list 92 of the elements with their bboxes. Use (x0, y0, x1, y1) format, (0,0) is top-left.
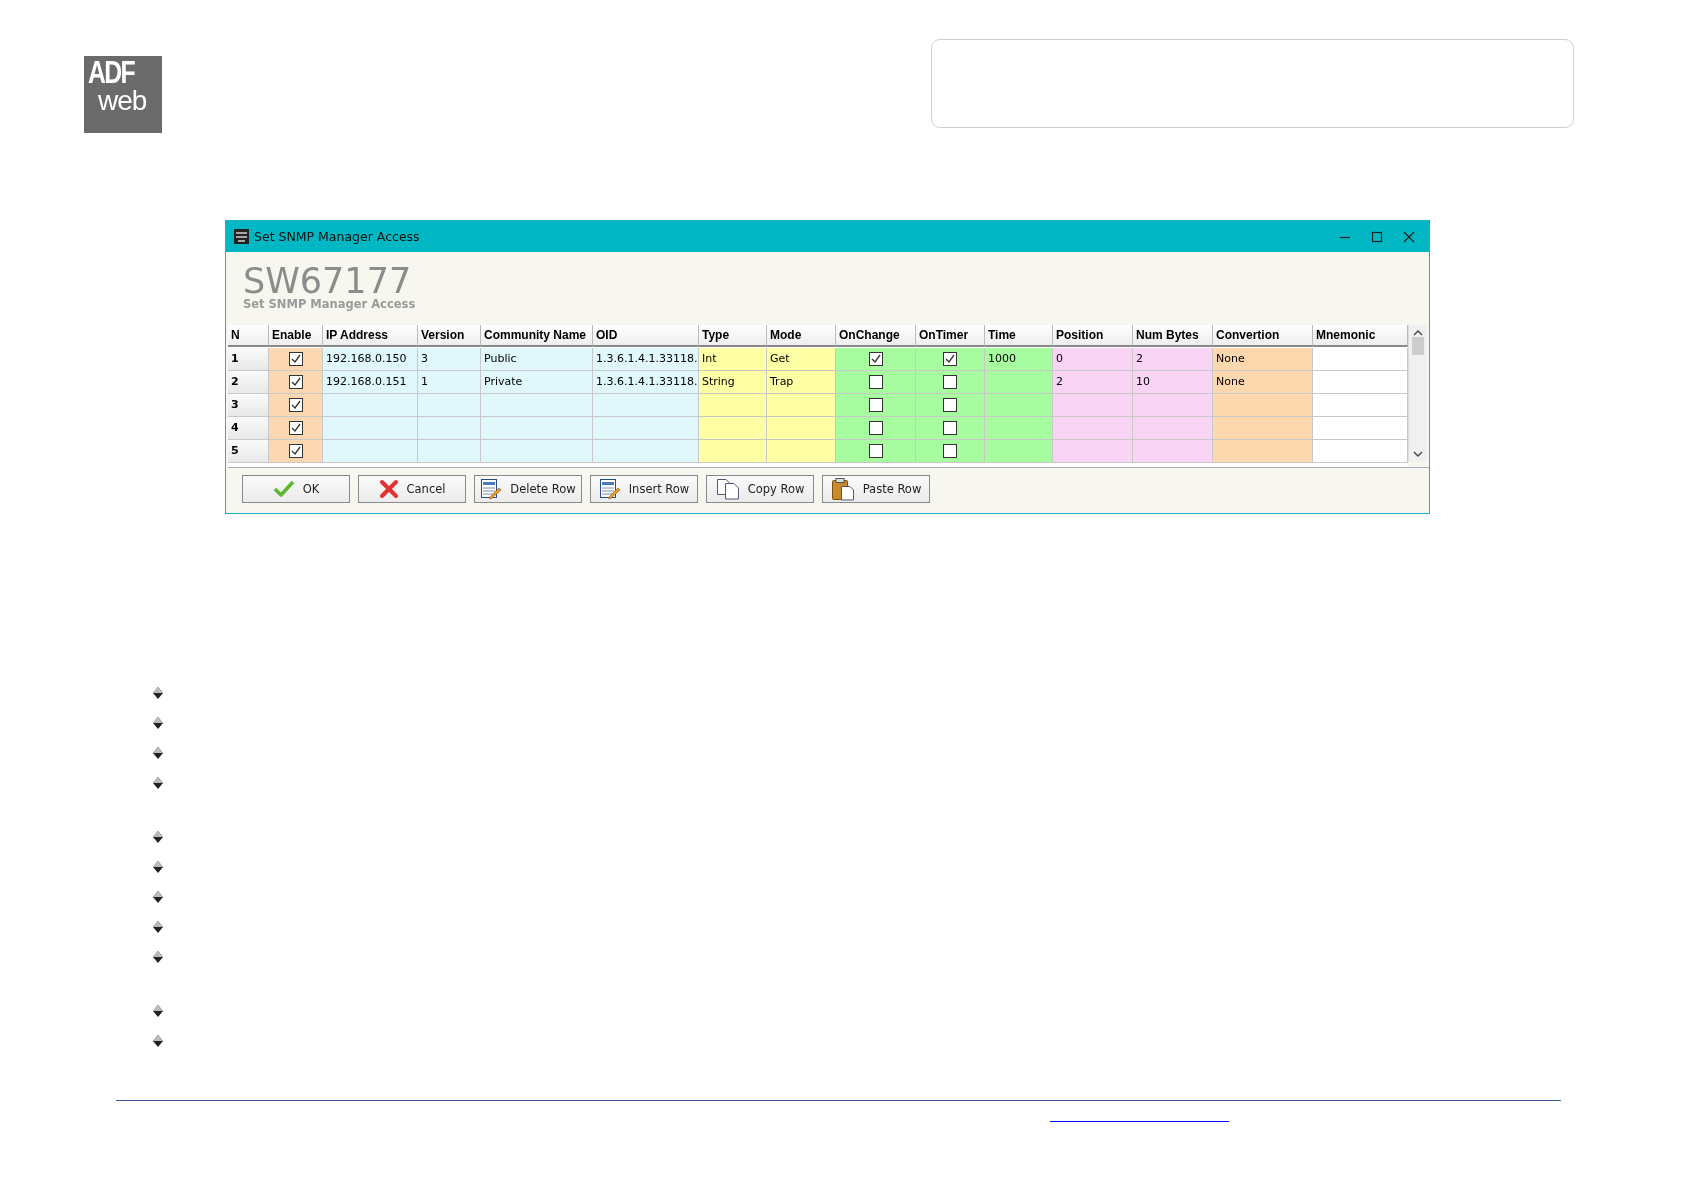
bullet-icon (151, 860, 165, 874)
table-cell (418, 440, 481, 463)
column-header: Convertion (1213, 325, 1313, 347)
column-header: OID (593, 325, 699, 347)
delete-row-button[interactable]: Delete Row (474, 475, 582, 503)
table-cell: Trap (767, 371, 836, 394)
row-number: 2 (228, 371, 269, 394)
table-cell: Int (699, 348, 767, 371)
table-cell: 10 (1133, 371, 1213, 394)
paste-row-button[interactable]: Paste Row (822, 475, 930, 503)
checkbox[interactable] (943, 398, 957, 412)
checkbox[interactable] (288, 421, 303, 435)
table-cell: 0 (1053, 348, 1133, 371)
column-header: Community Name (481, 325, 593, 347)
bullet-icon (151, 686, 165, 700)
ok-button[interactable]: OK (242, 475, 350, 503)
table-cell (418, 417, 481, 440)
table-cell: None (1213, 371, 1313, 394)
table-cell: Get (767, 348, 836, 371)
table-cell: None (1213, 348, 1313, 371)
column-header: OnTimer (916, 325, 985, 347)
cancel-button[interactable]: Cancel (358, 475, 466, 503)
copy-icon (715, 478, 740, 500)
checkbox[interactable] (868, 444, 883, 458)
paste-icon (830, 477, 855, 501)
table-cell: 1000 (985, 348, 1053, 371)
checkbox[interactable] (943, 421, 957, 435)
table-cell: Public (481, 348, 593, 371)
row-number: 3 (228, 394, 269, 417)
bullet-icon (151, 1034, 165, 1048)
column-header: N (228, 325, 269, 347)
close-icon[interactable] (1403, 230, 1415, 243)
table-cell (699, 394, 767, 417)
x-icon (378, 479, 399, 499)
checkbox[interactable] (943, 352, 957, 366)
column-header: IP Address (323, 325, 418, 347)
table-cell: 1.3.6.1.4.1.33118. (593, 348, 699, 371)
checkbox[interactable] (943, 375, 957, 389)
bullet-icon (151, 716, 165, 730)
checkbox[interactable] (288, 444, 303, 458)
row-number: 1 (228, 348, 269, 371)
bullet-icon (151, 776, 165, 790)
column-header: OnChange (836, 325, 916, 347)
scrollbar-thumb[interactable] (1412, 337, 1424, 355)
table-cell: 1.3.6.1.4.1.33118. (593, 371, 699, 394)
row-number: 4 (228, 417, 269, 440)
checkbox[interactable] (288, 398, 303, 412)
table-cell (418, 394, 481, 417)
bullet-icon (151, 1004, 165, 1018)
column-header: Mnemonic (1313, 325, 1408, 347)
maximize-icon[interactable] (1371, 230, 1383, 243)
table-cell (699, 417, 767, 440)
checkbox[interactable] (288, 352, 303, 366)
check-icon (272, 480, 295, 498)
scrollbar[interactable] (1408, 325, 1427, 462)
column-header: Time (985, 325, 1053, 347)
column-header: Position (1053, 325, 1133, 347)
table-cell: 2 (1053, 371, 1133, 394)
bullet-icon (151, 830, 165, 844)
bullet-icon (151, 920, 165, 934)
bullet-icon (151, 746, 165, 760)
table-cell: 192.168.0.150 (323, 348, 418, 371)
bullet-icon (151, 950, 165, 964)
table-cell (699, 440, 767, 463)
column-header: Mode (767, 325, 836, 347)
app-icon (234, 229, 249, 244)
checkbox[interactable] (868, 398, 883, 412)
table-cell: 192.168.0.151 (323, 371, 418, 394)
table-pencil-icon (480, 478, 503, 500)
column-header: Enable (269, 325, 323, 347)
checkbox[interactable] (943, 444, 957, 458)
table-cell: 2 (1133, 348, 1213, 371)
copy-row-button[interactable]: Copy Row (706, 475, 814, 503)
company-logo: ADF web (84, 56, 162, 133)
checkbox[interactable] (288, 375, 303, 389)
table-cell: 3 (418, 348, 481, 371)
table-cell: String (699, 371, 767, 394)
dialog-subtitle: Set SNMP Manager Access (243, 298, 416, 311)
checkbox[interactable] (868, 352, 883, 366)
table-cell: 1 (418, 371, 481, 394)
bullet-icon (151, 890, 165, 904)
column-header: Num Bytes (1133, 325, 1213, 347)
product-code: SW67177 (243, 264, 412, 298)
insert-row-button[interactable]: Insert Row (590, 475, 698, 503)
window-title: Set SNMP Manager Access (254, 229, 421, 244)
checkbox[interactable] (868, 375, 883, 389)
column-header: Version (418, 325, 481, 347)
checkbox[interactable] (868, 421, 883, 435)
column-header: Type (699, 325, 767, 347)
row-number: 5 (228, 440, 269, 463)
table-cell: Private (481, 371, 593, 394)
table-pencil-icon (598, 478, 621, 500)
